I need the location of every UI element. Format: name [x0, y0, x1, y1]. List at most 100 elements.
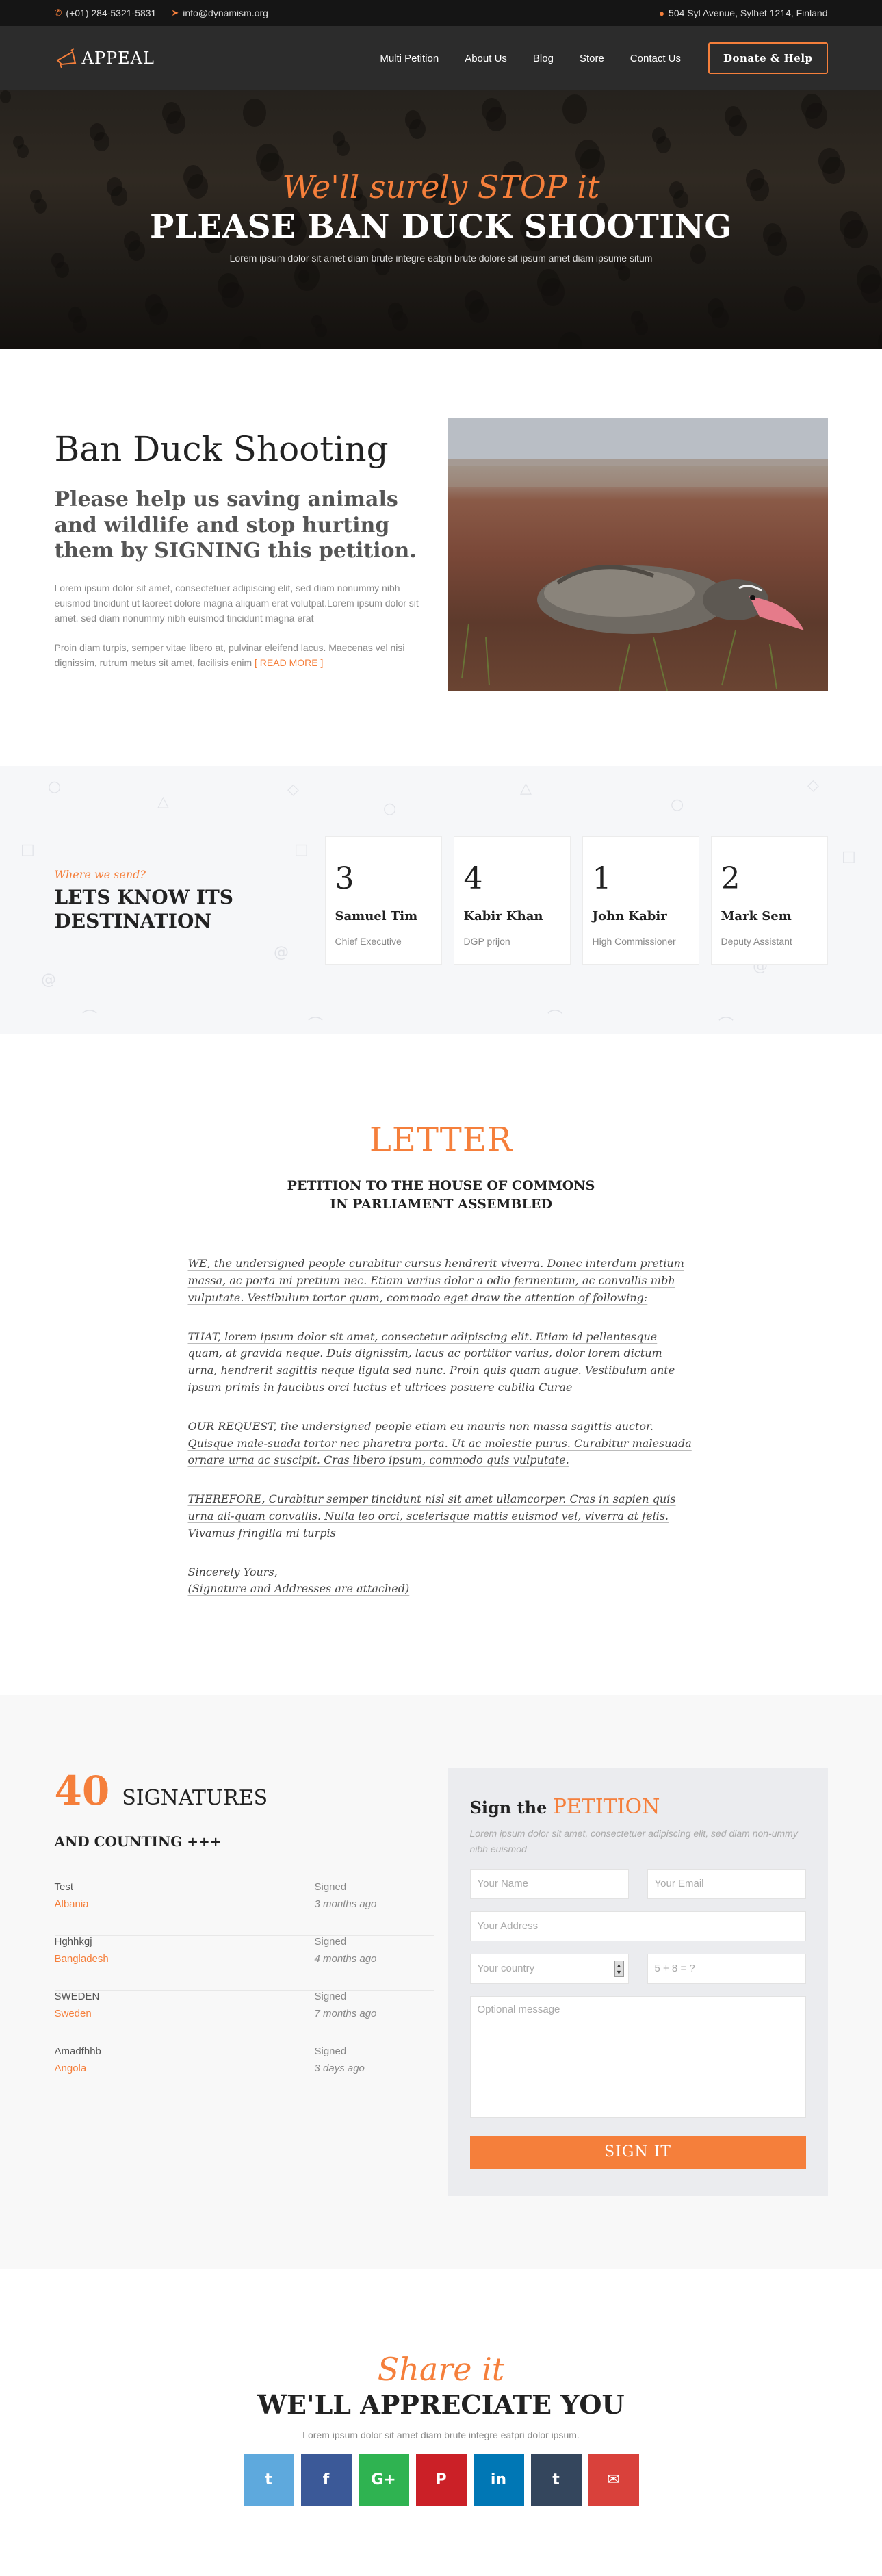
linkedin-icon: in: [490, 2471, 507, 2489]
form-title: Sign the PETITION: [470, 1795, 806, 1819]
signer-name: Amadfhhb: [54, 2045, 101, 2058]
form-description: Lorem ipsum dolor sit amet, consectetuer…: [469, 1828, 798, 1854]
nav-contact-us[interactable]: Contact Us: [630, 53, 681, 64]
address-field[interactable]: Your Address: [469, 1911, 806, 1941]
pinterest-share-button[interactable]: P: [415, 2453, 467, 2506]
topbar-email[interactable]: ➤ info@dynamism.org: [171, 8, 268, 18]
signer-info: Hghhkgj Bangladesh: [55, 1936, 109, 1990]
signed-time: 7 months ago: [314, 2008, 377, 2020]
form-title-accent: PETITION: [552, 1795, 660, 1820]
recipient-card[interactable]: 2 Mark Sem Deputy Assistant: [710, 836, 828, 965]
destination-heading: Where we send? LETS KNOW ITS DESTINATION: [55, 868, 325, 933]
site-header: APPEAL Multi Petition About Us Blog Stor…: [0, 26, 882, 90]
donate-button[interactable]: Donate & Help: [708, 42, 828, 74]
signature-number: 40: [54, 1768, 110, 1815]
list-item: Amadfhhb Angola Signed 3 days ago: [54, 2045, 434, 2101]
google-plus-share-button[interactable]: G+: [358, 2453, 409, 2506]
recipient-count: 3: [335, 861, 354, 896]
signed-time: 3 days ago: [314, 2063, 365, 2075]
nav-multi-petition[interactable]: Multi Petition: [380, 53, 439, 64]
read-more-link[interactable]: [ READ MORE ]: [255, 657, 323, 668]
nav-store[interactable]: Store: [580, 53, 604, 64]
signer-status: Signed 7 months ago: [315, 1991, 434, 2045]
email-field[interactable]: Your Email: [647, 1868, 806, 1899]
country-select[interactable]: Your country ▲ ▼: [469, 1953, 629, 1984]
email-icon: ✉: [607, 2471, 620, 2489]
intro-section: Ban Duck Shooting Please help us saving …: [0, 349, 882, 766]
duck-illustration: [448, 418, 828, 691]
signer-status: Signed 4 months ago: [315, 1936, 434, 1990]
email-share-button[interactable]: ✉: [588, 2453, 639, 2506]
captcha-field[interactable]: 5 + 8 = ?: [647, 1953, 806, 1984]
signed-label: Signed: [314, 1991, 347, 2003]
signer-status: Signed 3 months ago: [315, 1881, 434, 1935]
hero-banner: We'll surely STOP it PLEASE BAN DUCK SHO…: [0, 90, 882, 349]
site-logo[interactable]: APPEAL: [55, 48, 155, 68]
form-row: Your country ▲ ▼ 5 + 8 = ?: [469, 1953, 806, 1984]
letter-closing: Sincerely Yours, (Signature and Addresses…: [188, 1564, 695, 1598]
list-item: Test Albania Signed 3 months ago: [54, 1881, 434, 1937]
recipient-role: Chief Executive: [335, 936, 402, 947]
letter-section: LETTER PETITION TO THE HOUSE OF COMMONS I…: [0, 1034, 882, 1695]
social-buttons: t f G+ Pin t ✉: [0, 2453, 882, 2506]
destination-section: ○ △ ◇ ○ △ ○ ◇ □ □ □ @ @ @ ⌒ ⌒ ⌒ ⌒ Where we send? LETS…: [0, 766, 882, 1034]
duck-photo: [448, 418, 828, 691]
signer-name: SWEDEN: [54, 1991, 100, 2003]
destination-eyebrow: Where we send?: [54, 867, 146, 881]
twitter-icon: t: [265, 2471, 272, 2489]
signed-label: Signed: [314, 2045, 347, 2058]
linkedin-share-button[interactable]: in: [473, 2453, 524, 2506]
signer-status: Signed 3 days ago: [315, 2045, 434, 2100]
recipient-count: 4: [463, 861, 483, 896]
message-textarea[interactable]: Optional message: [469, 1995, 806, 2118]
destination-title: LETS KNOW ITS DESTINATION: [55, 885, 325, 933]
letter-title: LETTER: [369, 1121, 513, 1159]
signed-time: 3 months ago: [314, 1898, 377, 1911]
signature-label: SIGNATURES: [122, 1786, 268, 1811]
letter-closing-line-2: (Signature and Addresses are attached): [187, 1582, 410, 1596]
recipient-card[interactable]: 4 Kabir Khan DGP prijon: [453, 836, 571, 965]
topbar-phone[interactable]: ✆ (+01) 284-5321-5831: [55, 8, 157, 18]
recipient-count: 2: [721, 861, 740, 896]
recipient-role: High Commissioner: [592, 936, 676, 947]
signer-country: Sweden: [54, 2008, 92, 2020]
nav-blog[interactable]: Blog: [533, 53, 554, 64]
recipient-card[interactable]: 3 Samuel Tim Chief Executive: [324, 836, 442, 965]
hero-title: PLEASE BAN DUCK SHOOTING: [150, 208, 732, 246]
tumblr-share-button[interactable]: t: [530, 2453, 582, 2506]
signer-name: Test: [54, 1881, 74, 1893]
form-row: Your Address: [469, 1911, 806, 1941]
signer-country: Angola: [54, 2063, 87, 2075]
destination-title-line-1: LETS KNOW ITS: [54, 885, 234, 908]
list-item: SWEDEN Sweden Signed 7 months ago: [54, 1991, 434, 2046]
signed-label: Signed: [314, 1881, 347, 1893]
facebook-icon: f: [322, 2471, 330, 2489]
hero-content: We'll surely STOP it PLEASE BAN DUCK SHO…: [0, 171, 882, 264]
logo-text: APPEAL: [81, 49, 155, 68]
recipient-name: John Kabir: [592, 909, 667, 923]
dropdown-arrow-icon[interactable]: ▲ ▼: [614, 1960, 624, 1977]
intro-title: Ban Duck Shooting: [54, 429, 389, 469]
twitter-share-button[interactable]: t: [243, 2453, 294, 2506]
signer-country: Bangladesh: [54, 1953, 109, 1965]
pinterest-icon: P: [435, 2471, 447, 2489]
facebook-share-button[interactable]: f: [300, 2453, 352, 2506]
signers-list: Test Albania Signed 3 months ago Hghhkgj Ban…: [54, 1881, 434, 2101]
phone-text: (+01) 284-5321-5831: [66, 8, 157, 18]
country-select-value: Your country: [477, 1963, 535, 1975]
letter-subtitle-line-2: IN PARLIAMENT ASSEMBLED: [330, 1196, 552, 1212]
recipient-card[interactable]: 1 John Kabir High Commissioner: [582, 836, 699, 965]
nav-about-us[interactable]: About Us: [465, 53, 507, 64]
tumblr-icon: t: [552, 2471, 560, 2489]
letter-subtitle: PETITION TO THE HOUSE OF COMMONS IN PARLI…: [0, 1177, 882, 1213]
recipient-name: Samuel Tim: [335, 909, 418, 923]
name-field[interactable]: Your Name: [469, 1868, 629, 1899]
share-title: WE'LL APPRECIATE YOU: [257, 2388, 625, 2420]
list-item: Hghhkgj Bangladesh Signed 4 months ago: [54, 1936, 434, 1991]
signer-country: Albania: [54, 1898, 89, 1911]
intro-paragraph-2: Proin diam turpis, semper vitae libero a…: [55, 640, 434, 671]
sign-it-button[interactable]: SIGN IT: [469, 2135, 806, 2169]
petition-form: Sign the PETITION Lorem ipsum dolor sit …: [448, 1768, 828, 2196]
megaphone-icon: [55, 48, 76, 68]
destination-title-line-2: DESTINATION: [54, 909, 211, 932]
